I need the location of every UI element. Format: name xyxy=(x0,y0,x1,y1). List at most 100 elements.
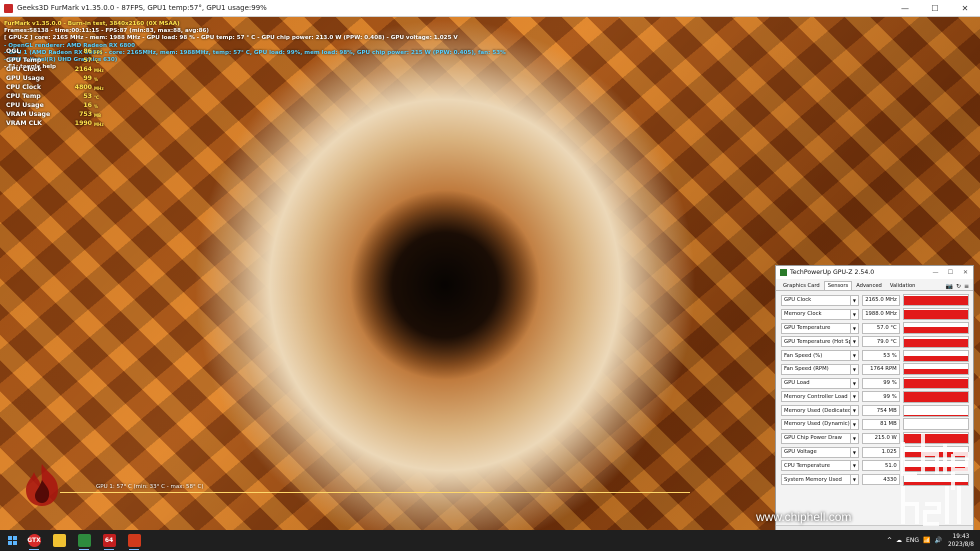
sensor-name[interactable]: System Memory Used xyxy=(781,474,852,486)
sensor-value: 79.0 °C xyxy=(861,336,900,348)
sensor-graph-fill xyxy=(903,339,968,347)
monitor-label: CPU Clock xyxy=(6,84,41,91)
sensor-dropdown-icon[interactable]: ▼ xyxy=(851,336,859,348)
sensor-name[interactable]: Memory Used (Dynamic) xyxy=(781,418,852,430)
refresh-icon[interactable]: ↻ xyxy=(956,283,961,290)
monitor-value: 753 xyxy=(79,111,92,118)
monitor-value: 53 xyxy=(83,93,92,100)
sensor-dropdown-icon[interactable]: ▼ xyxy=(851,446,859,458)
sensor-dropdown-icon[interactable]: ▼ xyxy=(851,322,859,334)
sensor-graph xyxy=(902,390,969,403)
chiphell-url-watermark: www.chiphell.com xyxy=(756,510,852,524)
clock-date: 2023/8/8 xyxy=(947,541,974,548)
sensor-dropdown-icon[interactable]: ▼ xyxy=(851,432,859,444)
tab-sensors[interactable]: Sensors xyxy=(823,281,853,290)
monitor-row: GPU Clock 2164 MHz xyxy=(6,66,106,75)
tab-validation[interactable]: Validation xyxy=(886,281,920,290)
taskbar-clock[interactable]: 19:43 2023/8/8 xyxy=(948,533,974,549)
sensor-name[interactable]: GPU Load xyxy=(781,377,852,389)
sensor-name[interactable]: GPU Temperature xyxy=(781,322,852,334)
sensor-dropdown-icon[interactable]: ▼ xyxy=(851,405,859,417)
sensor-name[interactable]: GPU Temperature (Hot Spot) xyxy=(781,336,852,348)
furmark-title-bar: Geeks3D FurMark v1.35.0.0 - 87FPS, GPU1 … xyxy=(0,0,980,17)
taskbar-app-furmark[interactable]: GTX xyxy=(23,530,45,551)
sensor-row: GPU Clock ▼ 2165.0 MHz xyxy=(781,294,969,307)
taskbar-app-amd-software[interactable] xyxy=(123,530,145,551)
folder-icon xyxy=(52,534,66,547)
volume-icon[interactable]: 🔊 xyxy=(934,537,941,544)
sensor-name[interactable]: GPU Clock xyxy=(781,294,852,306)
sensor-value: 1988.0 MHz xyxy=(861,308,900,320)
sensor-dropdown-icon[interactable]: ▼ xyxy=(851,350,859,362)
monitor-value: 86 xyxy=(83,48,92,55)
chiphell-logo-watermark xyxy=(901,434,969,526)
sensor-name[interactable]: Memory Controller Load xyxy=(781,391,852,403)
monitor-value: 1990 xyxy=(74,120,92,127)
tray-expand-icon[interactable]: ^ xyxy=(887,537,892,544)
minimize-button[interactable]: — xyxy=(890,0,920,16)
monitor-label: GPU Temp xyxy=(6,57,42,64)
onedrive-icon[interactable]: ☁ xyxy=(896,537,902,544)
monitor-unit: FPS xyxy=(94,50,103,55)
tab-graphics-card[interactable]: Graphics Card xyxy=(779,281,824,290)
aida64-icon: 64 xyxy=(102,534,116,547)
sensor-name[interactable]: GPU Voltage xyxy=(781,446,852,458)
windows-logo-icon xyxy=(7,536,17,545)
monitor-row: OGL 86 FPS xyxy=(6,48,106,57)
input-language-indicator[interactable]: ENG xyxy=(906,537,919,544)
furmark-app-icon xyxy=(4,3,13,13)
sensor-graph xyxy=(902,404,969,417)
sensor-row: GPU Temperature ▼ 57.0 °C xyxy=(781,322,969,335)
gpuz-title-bar: TechPowerUp GPU-Z 2.54.0 — ☐ ✕ xyxy=(776,266,973,279)
taskbar-app-gpu-z[interactable] xyxy=(73,530,95,551)
monitor-row: CPU Temp 53 °C xyxy=(6,93,106,102)
monitor-label: CPU Temp xyxy=(6,93,41,100)
gpuz-maximize-button[interactable]: ☐ xyxy=(943,269,958,276)
gpuz-title: TechPowerUp GPU-Z 2.54.0 xyxy=(790,269,875,276)
sensor-row: GPU Temperature (Hot Spot)▼79.0 °C xyxy=(781,335,969,348)
monitor-row: CPU Clock 4800 MHz xyxy=(6,84,106,93)
furmark-flame-logo xyxy=(26,464,58,506)
sensor-row: Memory Used (Dedicated) ▼ 754 MB xyxy=(781,404,969,417)
sensor-dropdown-icon[interactable]: ▼ xyxy=(851,391,859,403)
sensor-graph-fill xyxy=(903,368,968,375)
tab-advanced[interactable]: Advanced xyxy=(852,281,886,290)
sensor-name[interactable]: GPU Chip Power Draw xyxy=(781,432,852,444)
sensor-value: 53 % xyxy=(861,350,900,362)
sensor-dropdown-icon[interactable]: ▼ xyxy=(851,363,859,375)
start-button[interactable] xyxy=(4,530,20,551)
sensor-value: 2165.0 MHz xyxy=(861,294,900,306)
sensor-graph xyxy=(902,377,969,390)
sensor-name[interactable]: Fan Speed (RPM) xyxy=(781,363,852,375)
monitor-value: 2164 xyxy=(74,66,92,73)
close-button[interactable]: ✕ xyxy=(950,0,980,16)
sensor-dropdown-icon[interactable]: ▼ xyxy=(851,377,859,389)
sensor-value: 99 % xyxy=(861,391,900,403)
sensor-dropdown-icon[interactable]: ▼ xyxy=(851,308,859,320)
sensor-graph-fill xyxy=(903,378,968,389)
monitor-value: 99 xyxy=(83,75,92,82)
taskbar-app-aida64[interactable]: 64 xyxy=(98,530,120,551)
sensor-dropdown-icon[interactable]: ▼ xyxy=(851,460,859,472)
windows-taskbar: GTX 64 ^ ☁ ENG 📶 🔊 19:43 2023/8/8 xyxy=(0,530,980,551)
camera-icon[interactable]: 📷 xyxy=(945,283,952,290)
gpuz-app-icon xyxy=(780,269,787,276)
sensor-dropdown-icon[interactable]: ▼ xyxy=(851,474,859,486)
sensor-value: 99 % xyxy=(861,377,900,389)
monitor-label: GPU Clock xyxy=(6,66,42,73)
gpuz-minimize-button[interactable]: — xyxy=(928,269,943,276)
menu-icon[interactable]: ≡ xyxy=(964,283,969,290)
sensor-name[interactable]: CPU Temperature xyxy=(781,460,852,472)
sensor-graph xyxy=(902,308,969,321)
sensor-dropdown-icon[interactable]: ▼ xyxy=(851,418,859,430)
monitor-value: 57 xyxy=(83,57,92,64)
sensor-dropdown-icon[interactable]: ▼ xyxy=(851,294,859,306)
sensor-name[interactable]: Fan Speed (%) xyxy=(781,350,852,362)
taskbar-app-file-explorer[interactable] xyxy=(48,530,70,551)
sensor-name[interactable]: Memory Used (Dedicated) xyxy=(781,405,852,417)
network-icon[interactable]: 📶 xyxy=(923,537,930,544)
sensor-name[interactable]: Memory Clock xyxy=(781,308,852,320)
sensor-row: Memory Controller Load ▼ 99 % xyxy=(781,390,969,403)
gpuz-close-button[interactable]: ✕ xyxy=(958,269,973,276)
maximize-button[interactable]: ☐ xyxy=(920,0,950,16)
